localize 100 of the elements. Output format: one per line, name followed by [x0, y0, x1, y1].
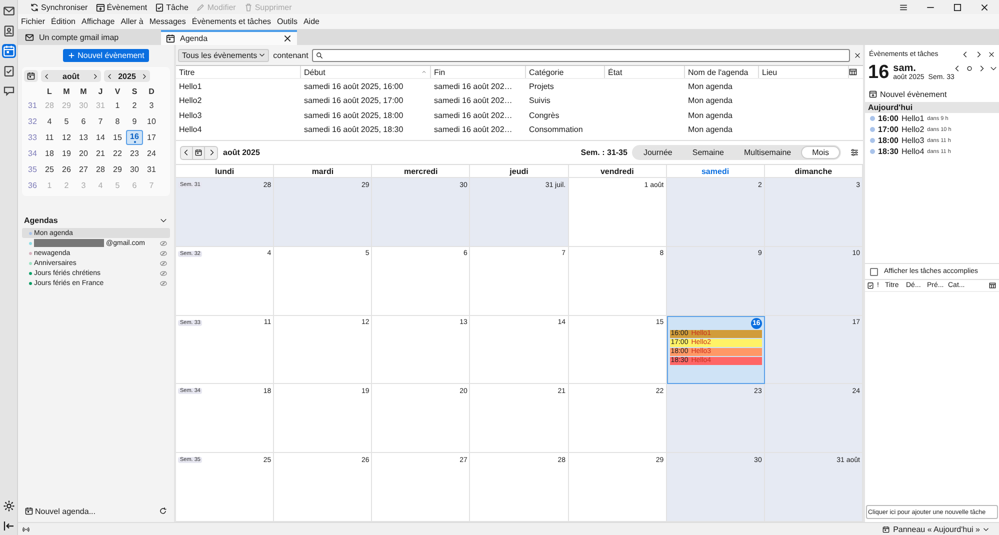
- menu-icon[interactable]: [899, 2, 908, 12]
- column-header[interactable]: Début: [301, 66, 431, 78]
- column-picker-icon[interactable]: [849, 68, 857, 76]
- checkbox[interactable]: [870, 268, 878, 276]
- tab[interactable]: Agenda: [161, 30, 297, 45]
- day-button[interactable]: 28: [92, 162, 109, 177]
- day-button[interactable]: 13: [75, 130, 92, 145]
- day-button[interactable]: 22: [109, 146, 126, 161]
- toolbar-button[interactable]: Synchroniser: [30, 1, 88, 13]
- hidden-eye-icon[interactable]: [159, 280, 168, 286]
- day-button[interactable]: 12: [58, 130, 75, 145]
- menu-item[interactable]: Édition: [51, 16, 76, 27]
- day-button[interactable]: 7: [92, 114, 109, 129]
- day-button[interactable]: 21: [92, 146, 109, 161]
- toolbar-button[interactable]: Tâche: [155, 1, 188, 13]
- day-button[interactable]: 20: [75, 146, 92, 161]
- day-button[interactable]: 16: [126, 130, 143, 145]
- tab[interactable]: Un compte gmail imap: [20, 30, 156, 45]
- day-button[interactable]: 3: [143, 98, 160, 113]
- hidden-eye-icon[interactable]: [159, 240, 168, 246]
- menu-item[interactable]: Fichier: [21, 16, 46, 27]
- close-icon[interactable]: [283, 34, 292, 43]
- toolbar-button[interactable]: Évènement: [96, 1, 148, 13]
- space-button[interactable]: [2, 24, 16, 38]
- new-event-button[interactable]: Nouvel évènement: [62, 49, 150, 62]
- day-button[interactable]: 18: [41, 146, 58, 161]
- menu-item[interactable]: Messages: [149, 16, 186, 27]
- chevron-down-icon[interactable]: [990, 65, 998, 72]
- view-tab[interactable]: Mois: [801, 146, 840, 159]
- view-tab[interactable]: Multisemaine: [734, 146, 802, 159]
- chevron-left-icon[interactable]: [962, 50, 969, 58]
- day-button[interactable]: 29: [109, 162, 126, 177]
- hidden-eye-icon[interactable]: [159, 260, 168, 266]
- day-button[interactable]: 2: [126, 98, 143, 113]
- day-button[interactable]: 25: [41, 162, 58, 177]
- today-pane-button[interactable]: Panneau « Aujourd'hui »: [882, 524, 989, 534]
- event-title[interactable]: Hello2: [901, 125, 924, 134]
- column-header[interactable]: Titre: [176, 66, 301, 78]
- space-button[interactable]: [2, 4, 16, 18]
- circle-icon[interactable]: [966, 65, 974, 72]
- day-button[interactable]: 27: [75, 162, 92, 177]
- search-field[interactable]: [312, 48, 850, 62]
- chevron-down-icon[interactable]: [160, 217, 167, 224]
- weekday-label: M: [62, 86, 71, 97]
- view-tab[interactable]: Semaine: [682, 146, 734, 159]
- close-icon[interactable]: [988, 50, 995, 58]
- day-button[interactable]: 26: [58, 162, 75, 177]
- event-title[interactable]: Hello1: [901, 114, 924, 123]
- column-header[interactable]: État: [605, 66, 685, 78]
- day-button[interactable]: 19: [58, 146, 75, 161]
- day-button[interactable]: 1: [109, 98, 126, 113]
- checkbox-icon[interactable]: [867, 282, 874, 290]
- menu-item[interactable]: Affichage: [81, 16, 115, 27]
- space-button[interactable]: [2, 64, 16, 78]
- day-button[interactable]: 14: [92, 130, 109, 145]
- day-button[interactable]: 23: [126, 146, 143, 161]
- menu-item[interactable]: Aller à: [120, 16, 144, 27]
- event-title[interactable]: Hello3: [901, 136, 924, 145]
- menu-item[interactable]: Outils: [277, 16, 298, 27]
- menu-item[interactable]: Aide: [303, 16, 320, 27]
- new-calendar-button[interactable]: Nouvel agenda...: [25, 505, 96, 517]
- event-title[interactable]: Hello4: [901, 147, 924, 156]
- day-button[interactable]: 30: [126, 162, 143, 177]
- close-icon[interactable]: [980, 2, 989, 12]
- column-header[interactable]: Nom de l'agenda: [685, 66, 759, 78]
- settings-icon[interactable]: [2, 499, 16, 513]
- day-button[interactable]: 15: [109, 130, 126, 145]
- table-cell-text: Suivis: [528, 96, 552, 106]
- day-button[interactable]: 6: [75, 114, 92, 129]
- column-picker-icon[interactable]: [989, 282, 996, 290]
- day-button[interactable]: 5: [58, 114, 75, 129]
- column-header[interactable]: Catégorie: [526, 66, 605, 78]
- day-button[interactable]: 8: [109, 114, 126, 129]
- menu-item[interactable]: Évènements et tâches: [192, 16, 272, 27]
- day-button[interactable]: 31: [143, 162, 160, 177]
- day-button[interactable]: 24: [143, 146, 160, 161]
- today-button[interactable]: [24, 70, 38, 82]
- column-header[interactable]: Lieu: [759, 66, 849, 78]
- hidden-eye-icon[interactable]: [159, 250, 168, 256]
- collapse-icon[interactable]: [2, 519, 16, 533]
- day-button[interactable]: 11: [41, 130, 58, 145]
- column-header[interactable]: Fin: [431, 66, 526, 78]
- maximize-icon[interactable]: [953, 2, 962, 12]
- space-button[interactable]: [2, 84, 16, 98]
- day-button[interactable]: 17: [143, 130, 160, 145]
- today-button[interactable]: [193, 146, 205, 158]
- refresh-icon[interactable]: [159, 507, 167, 515]
- view-tab[interactable]: Journée: [633, 146, 682, 159]
- new-event-button[interactable]: Nouvel évènement: [865, 86, 999, 102]
- filter-dropdown[interactable]: Tous les évènements: [178, 48, 270, 62]
- day-button[interactable]: 9: [126, 114, 143, 129]
- hidden-eye-icon[interactable]: [159, 270, 168, 276]
- day-button[interactable]: 10: [143, 114, 160, 129]
- settings-icon[interactable]: [850, 148, 859, 157]
- close-icon[interactable]: [854, 52, 861, 58]
- day-button[interactable]: 4: [41, 114, 58, 129]
- section-header: Aujourd'hui: [865, 102, 999, 113]
- space-button[interactable]: [2, 44, 16, 58]
- table-cell-text: samedi 16 août 2025, 17:00: [303, 96, 404, 106]
- chevron-right-icon[interactable]: [975, 50, 982, 58]
